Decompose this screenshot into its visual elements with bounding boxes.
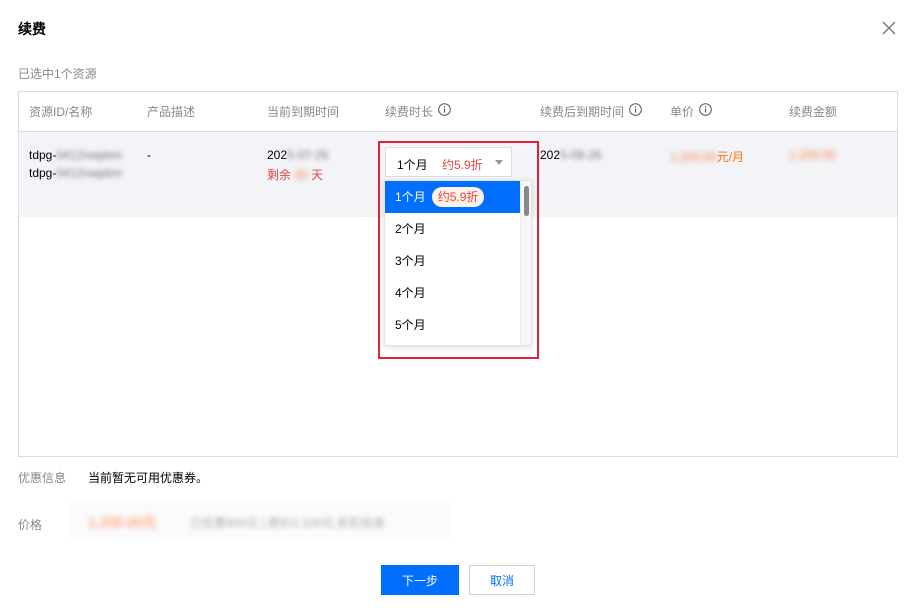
duration-option-label: 1个月 [395,190,426,204]
remaining-masked: 30 [294,168,308,182]
info-icon[interactable] [699,92,712,132]
current-expiry-masked: 5-07-26 [287,148,329,162]
renew-amount: 1,200.00 [789,148,836,162]
close-icon[interactable] [882,21,898,37]
header-current-expiry: 当前到期时间 [267,105,340,119]
header-amount: 续费金额 [789,105,838,119]
header-new-expiry-label: 续费后到期时间 [540,105,625,119]
duration-select-discount: 约5.9折 [442,158,483,172]
header-description: 产品描述 [147,105,196,119]
selected-resource-count: 已选中1个资源 [18,67,97,81]
remaining-prefix: 剩余 [267,168,292,182]
cancel-button[interactable]: 取消 [469,565,535,595]
header-duration-label: 续费时长 [385,105,434,119]
price-amount-masked: 1,200.00元 [88,514,157,530]
next-step-button[interactable]: 下一步 [381,565,459,595]
unit-price: 1,200.00元/月 [670,148,744,165]
table-header: 资源ID/名称 产品描述 当前到期时间 续费时长 续费后到期时间 单价 续费金额 [19,92,897,132]
product-description: - [147,148,151,162]
resource-name-prefix: tdpg- [29,166,57,180]
new-expiry-date: 2025-08-26 [540,148,601,162]
current-expiry-date: 2025-07-26 [267,148,328,162]
header-resource: 资源ID/名称 [29,105,93,119]
unit-price-suffix: 元/月 [716,150,745,164]
duration-option-4[interactable]: 4个月 [385,277,520,309]
dropdown-scroll-thumb[interactable] [524,186,529,216]
duration-dropdown: 1个月 约5.9折 2个月 3个月 4个月 5个月 [384,180,532,346]
caret-down-icon [495,160,503,165]
price-detail-masked: 已优惠900元 | 原价2,100元 折扣信息 [190,516,386,530]
coupon-label: 优惠信息 [18,471,67,485]
coupon-text: 当前暂无可用优惠券。 [88,471,209,485]
resource-name: tdpg-0412nwpbm [29,166,122,180]
duration-option-1[interactable]: 1个月 约5.9折 [385,181,520,213]
remaining-days: 剩余 30 天 [267,166,323,183]
new-expiry-masked: 5-08-26 [560,148,602,162]
resource-name-masked: 0412nwpbm [56,166,122,180]
remaining-suffix: 天 [311,168,324,182]
duration-option-5[interactable]: 5个月 [385,309,520,341]
resource-id-masked: 0412nwpbm [56,148,122,162]
duration-option-3[interactable]: 3个月 [385,245,520,277]
resource-id: tdpg-0412nwpbm [29,148,122,162]
current-expiry-prefix: 202 [267,148,288,162]
new-expiry-prefix: 202 [540,148,561,162]
duration-option-2[interactable]: 2个月 [385,213,520,245]
price-label: 价格 [18,518,43,532]
duration-select-value: 1个月 [397,158,428,172]
renew-amount-masked: 1,200.00 [789,148,836,162]
header-unit-price-label: 单价 [670,105,695,119]
header-unit-price: 单价 [670,92,712,132]
duration-select[interactable]: 1个月 约5.9折 [385,147,512,177]
discount-badge: 约5.9折 [431,187,485,207]
unit-price-masked: 1,200.00 [670,150,717,164]
info-icon[interactable] [629,92,642,132]
info-icon[interactable] [438,92,451,132]
dialog-title: 续费 [18,21,46,37]
header-duration: 续费时长 [385,92,451,132]
price-summary: 1,200.00元 已优惠900元 | 原价2,100元 折扣信息 [70,502,450,540]
header-new-expiry: 续费后到期时间 [540,92,642,132]
resource-id-prefix: tdpg- [29,148,57,162]
